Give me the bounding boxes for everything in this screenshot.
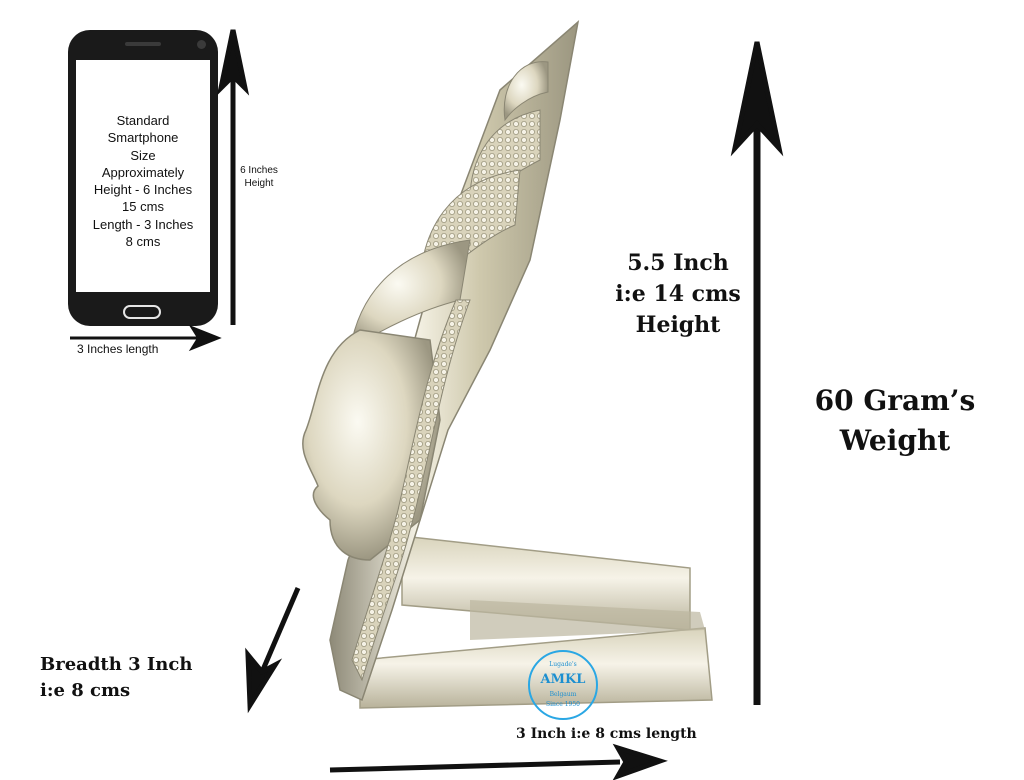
product-breadth-label: Breadth 3 Inch i:e 8 cms	[40, 652, 192, 704]
length-arrowhead	[612, 743, 668, 780]
height-label-line: 5.5 Inch	[627, 250, 729, 276]
breadth-label-line: Breadth 3 Inch	[40, 654, 193, 675]
phone-height-arrowhead	[216, 29, 250, 96]
weight-label-line: Weight	[839, 424, 951, 457]
logo-since: Since 1950	[546, 701, 580, 708]
breadth-label-line: i:e 8 cms	[40, 680, 131, 701]
breadth-arrow	[259, 587, 301, 673]
logo-city: Belgaum	[549, 691, 577, 698]
logo-name: AMKL	[540, 672, 586, 687]
height-label-line: i:e 14 cms	[615, 281, 741, 307]
breadth-arrowhead	[245, 647, 283, 714]
height-label-line: Height	[635, 312, 721, 338]
amkl-logo: Lugade's AMKL Belgaum Since 1950	[528, 650, 598, 720]
product-height-label: 5.5 Inch i:e 14 cms Height	[604, 248, 752, 341]
weight-label-line: 60 Gram’s	[814, 384, 976, 417]
phone-width-arrowhead	[188, 324, 222, 352]
product-weight-label: 60 Gram’s Weight	[800, 381, 990, 461]
logo-top-text: Lugade's	[549, 661, 577, 668]
product-length-label: 3 Inch i:e 8 cms length	[516, 726, 697, 742]
length-arrow	[329, 759, 621, 773]
